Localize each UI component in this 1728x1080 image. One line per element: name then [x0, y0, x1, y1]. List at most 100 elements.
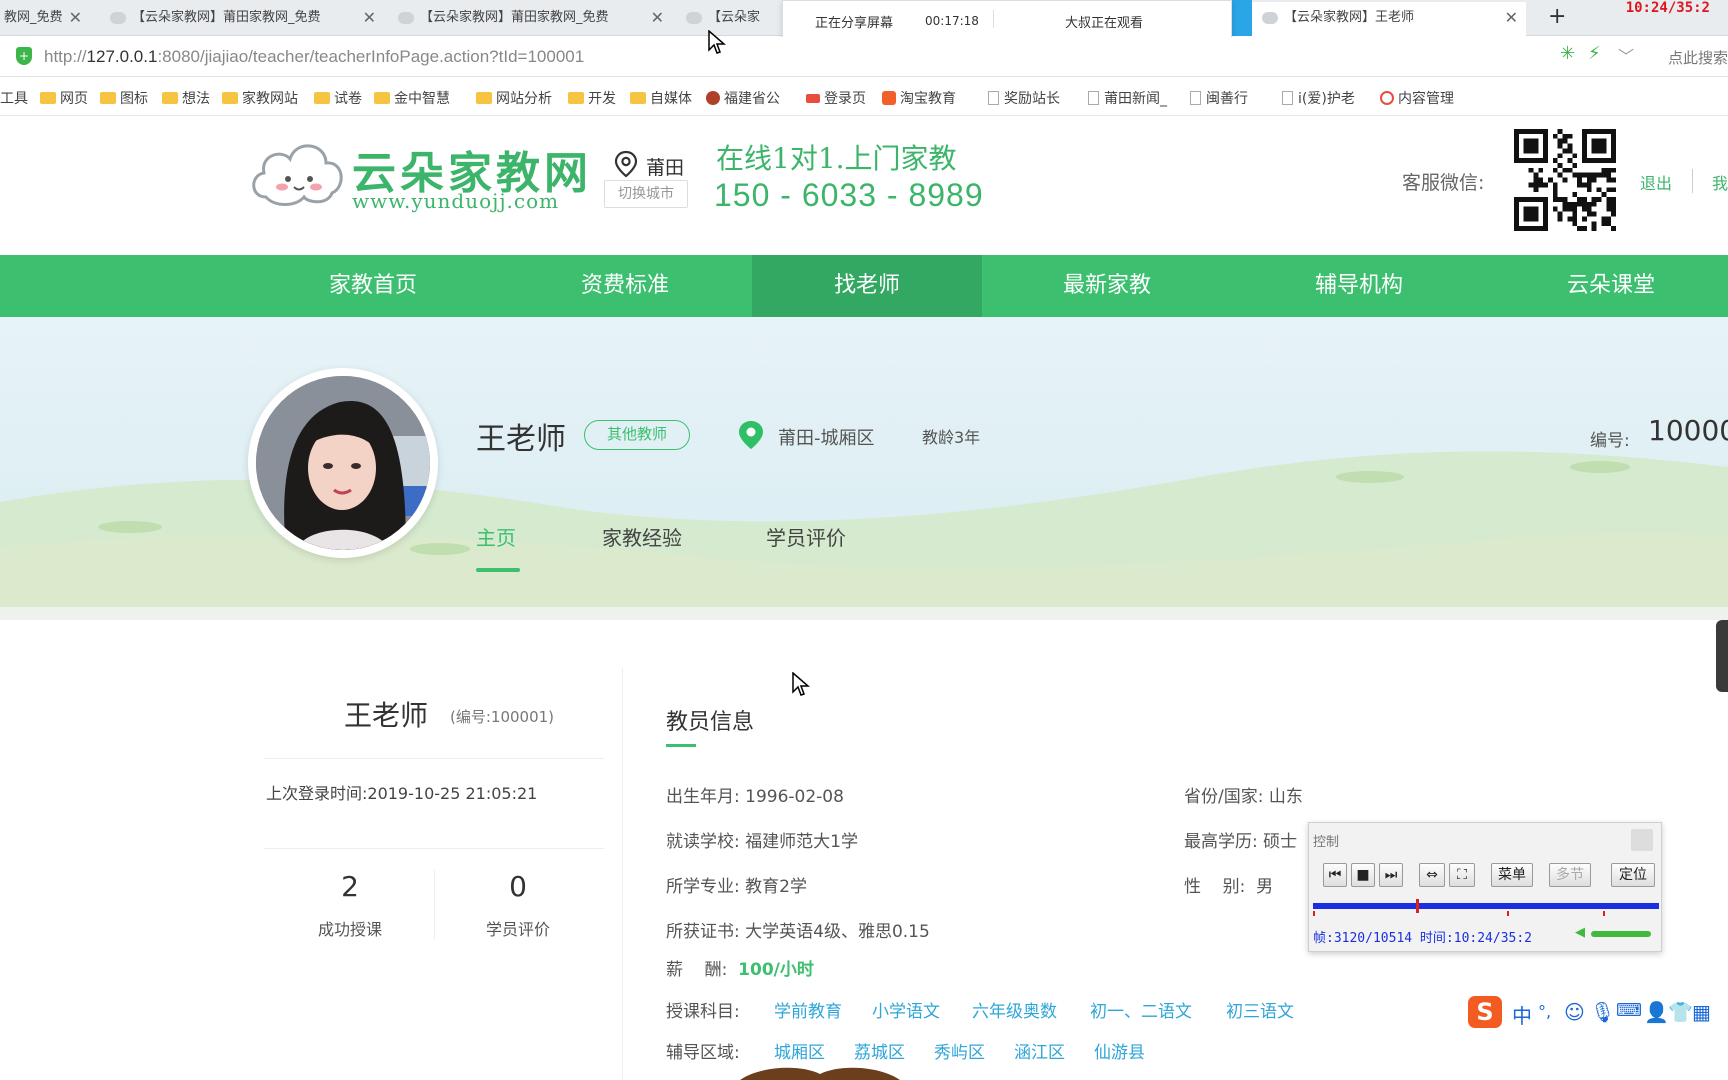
nav-institutions[interactable]: 辅导机构: [1244, 255, 1474, 317]
new-tab-button[interactable]: +: [1548, 4, 1566, 29]
field-label: 省份/国家:: [1184, 787, 1264, 807]
browser-tab[interactable]: 教网_免费 ✕: [0, 2, 90, 36]
toolbox-icon[interactable]: ▦: [1692, 1000, 1711, 1024]
next-frame-button[interactable]: ⏭: [1379, 863, 1403, 887]
bookmark-item[interactable]: 莆田新闻_: [1088, 88, 1167, 108]
teacher-number: 10000: [1648, 414, 1728, 447]
playback-progress-track[interactable]: [1313, 903, 1659, 909]
microphone-icon[interactable]: 🎙: [1590, 1000, 1615, 1024]
info-school: 就读学校: 福建师范大1学: [666, 827, 858, 852]
subject-chip[interactable]: 小学语文: [872, 997, 940, 1022]
playback-position-marker[interactable]: [1415, 899, 1419, 913]
bookmark-folder[interactable]: 家教网站: [222, 88, 298, 108]
bookmark-folder[interactable]: 网页: [40, 88, 88, 108]
bookmark-folder[interactable]: 金中智慧: [374, 88, 450, 108]
tab-home[interactable]: 主页: [476, 522, 516, 551]
area-chip[interactable]: 荔城区: [854, 1038, 905, 1063]
bookmark-folder[interactable]: 网站分析: [476, 88, 552, 108]
side-scroll-handle[interactable]: [1716, 620, 1728, 692]
ime-language[interactable]: 中: [1512, 1000, 1532, 1029]
lightning-icon[interactable]: ⚡: [1588, 43, 1601, 64]
close-tab-icon[interactable]: ✕: [651, 2, 664, 34]
chevron-down-icon[interactable]: ﹀: [1618, 43, 1634, 67]
bookmark-item[interactable]: 闽善行: [1190, 88, 1248, 108]
url-field[interactable]: http://127.0.0.1:8080/jiajiao/teacher/te…: [44, 47, 584, 67]
bookmark-item[interactable]: 奖励站长: [988, 88, 1060, 108]
bookmark-item[interactable]: 登录页: [806, 88, 866, 108]
subject-chip[interactable]: 六年级奥数: [972, 997, 1057, 1022]
browser-tab[interactable]: 【云朵家教网】莆田家教网_免费 ✕: [100, 2, 384, 36]
nav-classroom[interactable]: 云朵课堂: [1496, 255, 1726, 317]
logout-link[interactable]: 退出: [1640, 170, 1672, 194]
area-chip[interactable]: 仙游县: [1094, 1038, 1145, 1063]
stop-button[interactable]: ■: [1351, 863, 1375, 887]
bookmark-label: 登录页: [824, 91, 866, 107]
close-tab-icon[interactable]: ✕: [69, 2, 82, 34]
folder-icon: [162, 92, 178, 104]
nav-pricing[interactable]: 资费标准: [510, 255, 740, 317]
locate-button[interactable]: 定位: [1611, 863, 1655, 887]
volume-icon[interactable]: ◀: [1575, 925, 1585, 940]
menu-button[interactable]: 菜单: [1491, 863, 1533, 887]
field-value: 教育2学: [745, 877, 807, 897]
info-areas-label: 辅导区域:: [666, 1043, 740, 1063]
bookmark-label: 开发: [588, 91, 616, 107]
bookmark-item[interactable]: 工具: [0, 88, 28, 108]
partial-image: [740, 1067, 900, 1080]
tab-reviews[interactable]: 学员评价: [766, 522, 846, 551]
bookmark-item[interactable]: 淘宝教育: [882, 88, 956, 108]
nav-latest-jobs[interactable]: 最新家教: [992, 255, 1222, 317]
url-scheme: http://: [44, 47, 87, 66]
volume-slider[interactable]: [1591, 931, 1651, 937]
bookmark-folder[interactable]: 图标: [100, 88, 148, 108]
area-chip[interactable]: 涵江区: [1014, 1038, 1065, 1063]
close-icon[interactable]: [1631, 829, 1653, 851]
subject-chip[interactable]: 初一、二语文: [1090, 997, 1192, 1022]
fullscreen-button[interactable]: ⛶: [1449, 863, 1475, 887]
user-icon[interactable]: 👤: [1644, 1000, 1669, 1024]
current-city: 莆田: [646, 157, 685, 179]
bookmark-folder[interactable]: 开发: [568, 88, 616, 108]
close-tab-icon[interactable]: ✕: [363, 2, 376, 34]
area-chip[interactable]: 秀屿区: [934, 1038, 985, 1063]
subject-chip[interactable]: 初三语文: [1226, 997, 1294, 1022]
fit-window-button[interactable]: ⇔: [1419, 863, 1445, 887]
field-label: 最高学历:: [1184, 832, 1258, 852]
nav-home[interactable]: 家教首页: [258, 255, 488, 317]
teacher-avatar[interactable]: [256, 376, 430, 550]
folder-icon: [40, 92, 56, 104]
ime-punctuation[interactable]: °,: [1538, 1002, 1551, 1021]
bookmark-item[interactable]: i(爱)护老: [1282, 88, 1355, 108]
prev-frame-button[interactable]: ⏮: [1323, 863, 1347, 887]
switch-city-button[interactable]: 切换城市: [604, 180, 688, 208]
close-tab-icon[interactable]: ✕: [1505, 2, 1518, 34]
keyboard-icon[interactable]: ⌨: [1616, 1000, 1642, 1021]
bookmark-label: 工具: [0, 91, 28, 107]
cloud-logo-icon[interactable]: [248, 135, 348, 209]
browser-tab[interactable]: 【云朵家教网】莆田家教网_免费 ✕: [388, 2, 672, 36]
browser-tab-active[interactable]: 【云朵家教网】王老师 ✕: [1252, 2, 1526, 36]
bookmark-folder[interactable]: 想法: [162, 88, 210, 108]
area-chip[interactable]: 城厢区: [774, 1038, 825, 1063]
teaching-years: 教龄3年: [922, 428, 981, 447]
refresh-icon[interactable]: ✳: [1560, 43, 1575, 64]
tab-experience[interactable]: 家教经验: [602, 522, 682, 551]
bookmark-item[interactable]: 福建省公: [706, 88, 780, 108]
nav-find-teacher[interactable]: 找老师: [752, 255, 982, 317]
favicon-icon: [110, 11, 126, 24]
my-account-link[interactable]: 我: [1712, 170, 1728, 194]
subject-chip[interactable]: 学前教育: [774, 997, 842, 1022]
url-host: 127.0.0.1: [86, 47, 158, 66]
sogou-ime-icon[interactable]: S: [1468, 996, 1502, 1028]
last-login-time: 上次登录时间:2019-10-25 21:05:21: [266, 784, 538, 803]
folder-icon: [222, 92, 238, 104]
search-hint[interactable]: 点此搜索: [1668, 47, 1728, 68]
bookmark-folder[interactable]: 自媒体: [630, 88, 692, 108]
video-player-control: 控制 ⏮ ■ ⏭ ⇔ ⛶ 菜单 多节 定位 帧:3120/10514 时间:10…: [1308, 822, 1662, 952]
bookmark-label: 自媒体: [650, 91, 692, 107]
browser-tab[interactable]: 【云朵家: [676, 2, 786, 36]
skin-icon[interactable]: 👕: [1668, 1000, 1693, 1024]
bookmark-item[interactable]: 内容管理: [1380, 88, 1454, 108]
emoji-icon[interactable]: ☺: [1564, 1000, 1585, 1024]
bookmark-folder[interactable]: 试卷: [314, 88, 362, 108]
